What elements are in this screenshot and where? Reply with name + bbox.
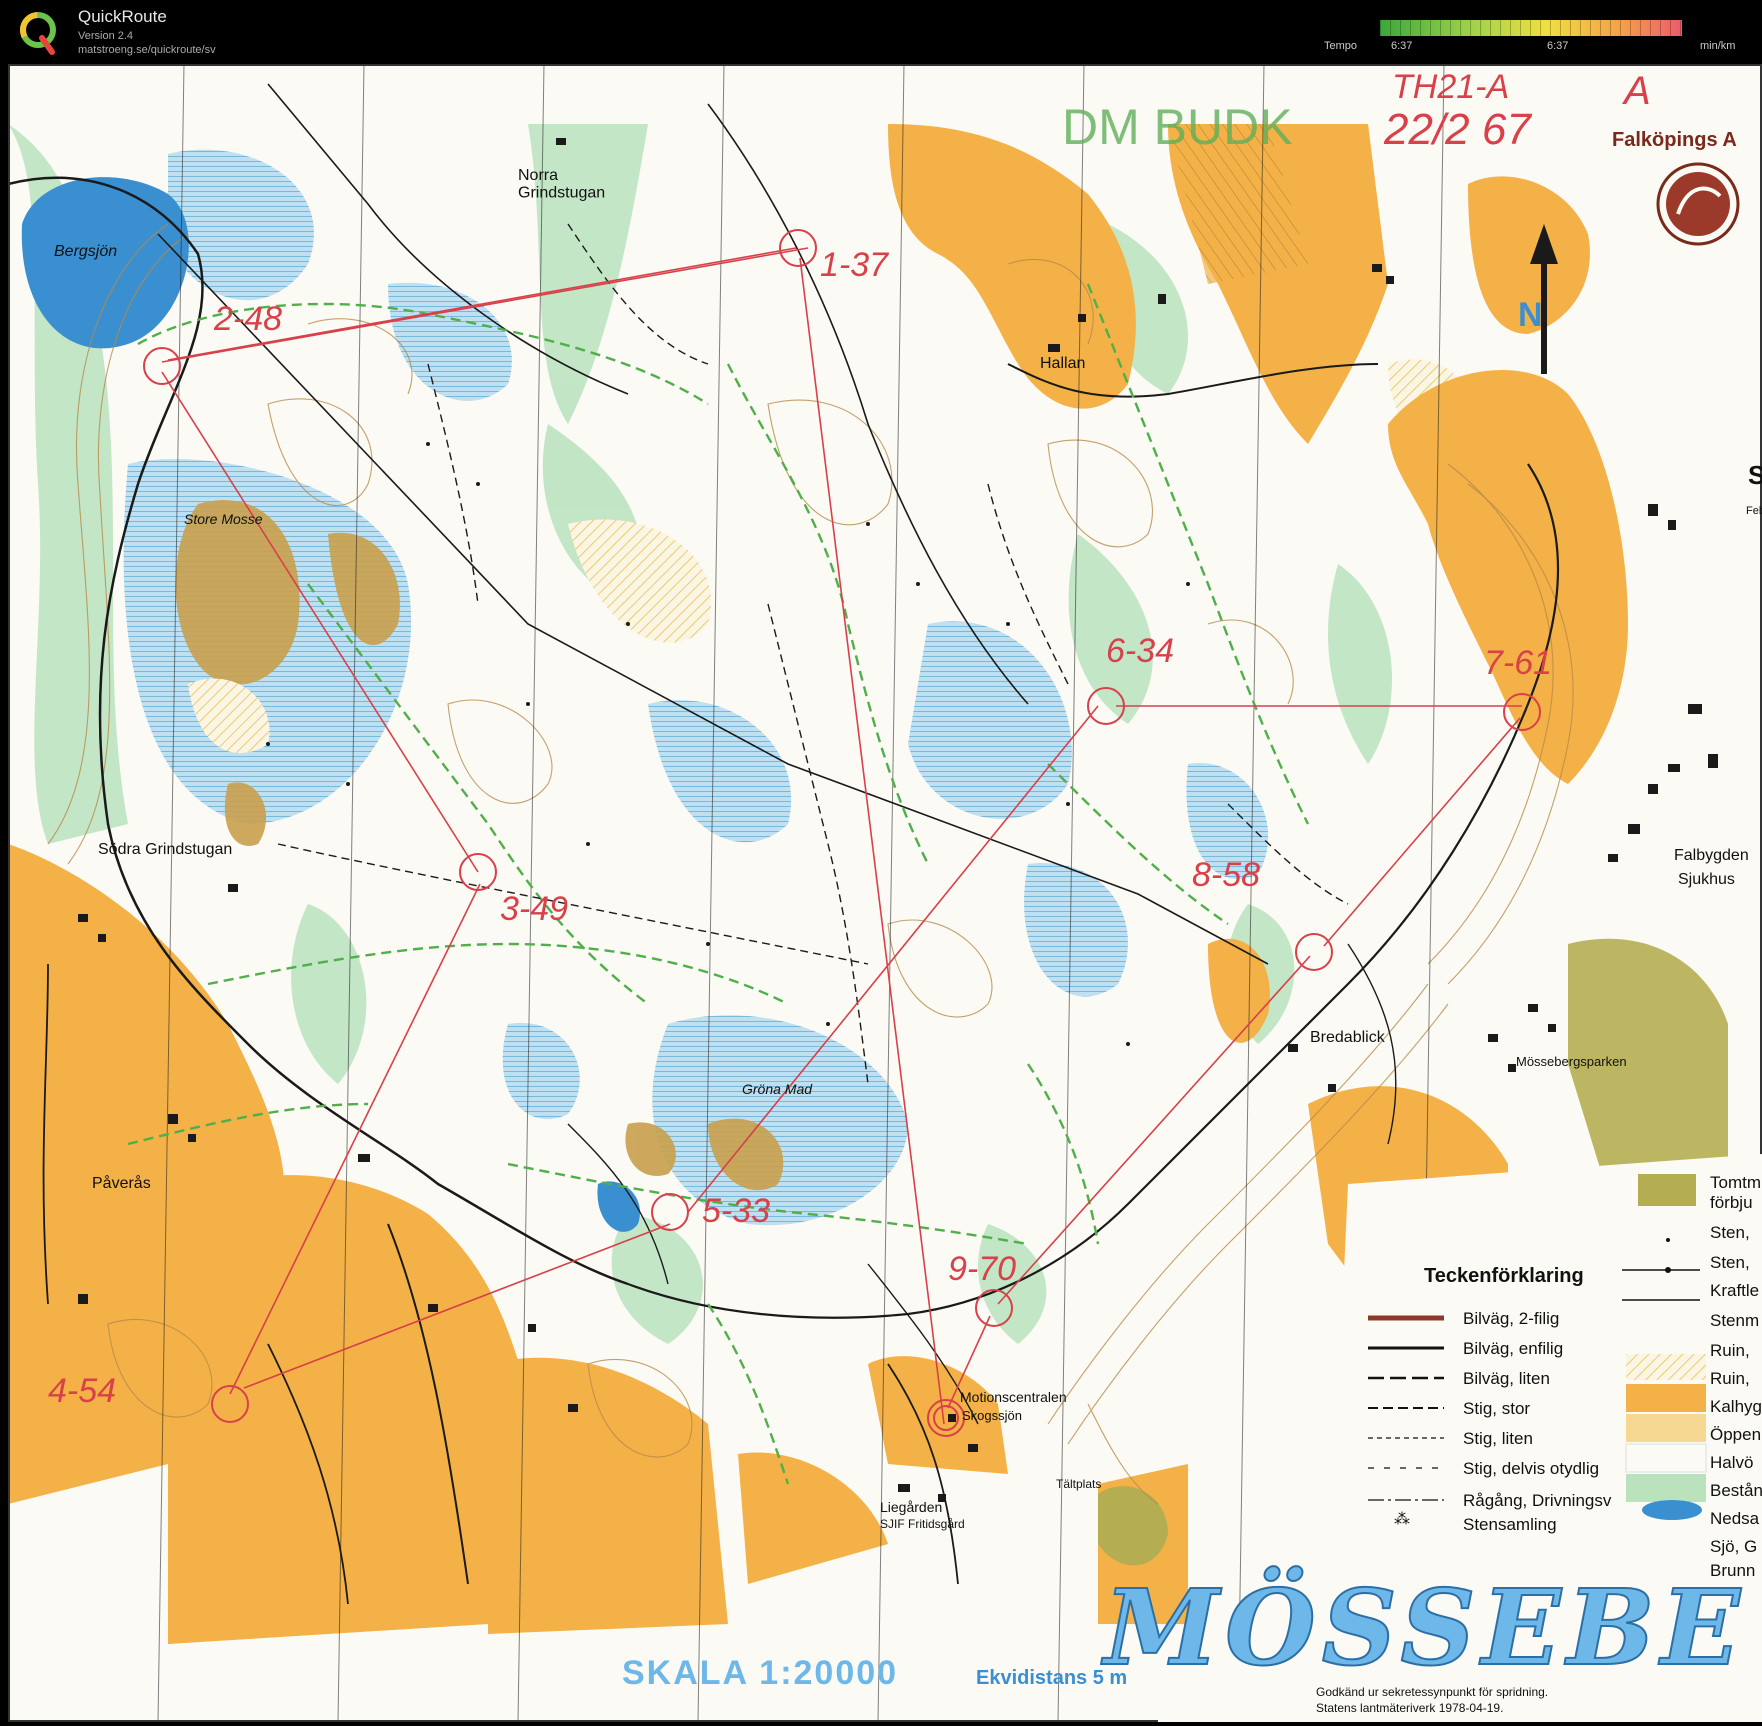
legend-right-12: Bestån — [1710, 1481, 1762, 1500]
place-bredablick: Bredablick — [1310, 1029, 1386, 1046]
map-viewport[interactable]: 1-37 2-48 3-49 4-54 5-33 6-34 7-61 8-58 … — [0, 64, 1762, 1726]
control-split-4: 4-54 — [48, 1372, 116, 1410]
handwritten-class: TH21-A — [1392, 68, 1509, 106]
place-sodra: Södra Grindstugan — [98, 841, 232, 858]
legend-right-7: Ruin, — [1710, 1341, 1750, 1360]
place-liegarden: Liegården — [880, 1499, 942, 1515]
place-bergsjon: Bergsjön — [54, 243, 117, 260]
handwritten-date: 22/2 67 — [1383, 105, 1532, 154]
legend-right-6: Stenm — [1710, 1311, 1759, 1330]
legend-right-5: Kraftle — [1710, 1281, 1759, 1300]
approval-line-2: Statens lantmäteriverk 1978-04-19. — [1316, 1701, 1503, 1715]
place-st: St — [1748, 460, 1762, 490]
place-grona-mad: Gröna Mad — [742, 1081, 813, 1097]
place-hallan: Hallan — [1040, 355, 1085, 372]
quickroute-logo-icon — [20, 12, 56, 55]
place-mossebergsparken: Mössebergsparken — [1516, 1054, 1627, 1069]
legend-right-9: Kalhyg — [1710, 1397, 1762, 1416]
legend-right-4: Sten, — [1710, 1253, 1750, 1272]
control-split-9: 9-70 — [948, 1250, 1016, 1288]
place-falbygden: Falbygden — [1674, 847, 1749, 864]
map-contour-interval: Ekvidistans 5 m — [976, 1667, 1127, 1689]
place-motionscentralen: Motionscentralen — [960, 1389, 1067, 1405]
tempo-unit: min/km — [1700, 40, 1736, 52]
app-header-bar: QuickRoute Version 2.4 matstroeng.se/qui… — [0, 0, 1762, 64]
control-split-2: 2-48 — [213, 300, 282, 338]
club-badge-icon — [1656, 162, 1740, 246]
map-scale: SKALA 1:20000 — [622, 1654, 898, 1692]
legend-item-5: Stig, liten — [1463, 1429, 1533, 1448]
handwritten-letter: A — [1622, 69, 1651, 113]
legend-item-7: Rågång, Drivningsv — [1463, 1491, 1612, 1510]
app-name: QuickRoute — [78, 7, 167, 26]
tempo-max-value: 6:37 — [1547, 40, 1569, 52]
place-sjif: SJIF Fritidsgård — [880, 1517, 965, 1531]
north-label: N — [1518, 296, 1543, 334]
legend-item-4: Stig, stor — [1463, 1399, 1530, 1418]
map-title: MÖSSEBE — [1101, 1564, 1746, 1689]
legend-item-6: Stig, delvis otydlig — [1463, 1459, 1599, 1478]
legend-right-2: förbju — [1710, 1193, 1753, 1212]
legend-right-14: Sjö, G — [1710, 1537, 1757, 1556]
legend-right-3: Sten, — [1710, 1223, 1750, 1242]
handwritten-title: DM BUDK — [1062, 99, 1293, 155]
control-split-5: 5-33 — [702, 1192, 770, 1230]
legend-right-13: Nedsa — [1710, 1509, 1760, 1528]
tempo-label: Tempo — [1324, 40, 1358, 52]
place-taltplats: Tältplats — [1056, 1477, 1101, 1491]
legend-item-8: Stensamling — [1463, 1515, 1557, 1534]
club-name: Falköpings A — [1612, 129, 1737, 151]
place-skogssjon: Skogssjön — [962, 1408, 1022, 1423]
legend-right-10: Öppen — [1710, 1425, 1761, 1444]
legend-item-1: Bilväg, 2-filig — [1463, 1309, 1559, 1328]
app-version: Version 2.4 — [78, 30, 134, 42]
control-split-6: 6-34 — [1106, 632, 1174, 670]
place-feb: Feb — [1746, 505, 1762, 517]
legend-item-3: Bilväg, liten — [1463, 1369, 1550, 1388]
tempo-scale-ticks — [1380, 20, 1682, 36]
place-paveras: Påverås — [92, 1174, 151, 1192]
legend-item-2: Bilväg, enfilig — [1463, 1339, 1563, 1358]
place-store-mosse: Store Mosse — [184, 511, 263, 527]
svg-text:⁂: ⁂ — [1394, 1511, 1410, 1528]
control-split-8: 8-58 — [1192, 856, 1260, 894]
approval-line-1: Godkänd ur sekretessynpunkt för spridnin… — [1316, 1685, 1548, 1699]
legend-right-8: Ruin, — [1710, 1369, 1750, 1388]
control-split-1: 1-37 — [820, 246, 889, 284]
legend-right-11: Halvö — [1710, 1453, 1753, 1472]
legend-title: Teckenförklaring — [1424, 1265, 1584, 1287]
place-sjukhus: Sjukhus — [1678, 871, 1735, 888]
orienteering-map[interactable]: 1-37 2-48 3-49 4-54 5-33 6-34 7-61 8-58 … — [8, 64, 1762, 1722]
tempo-min-value: 6:37 — [1391, 40, 1413, 52]
control-split-3: 3-49 — [500, 890, 568, 928]
control-split-7: 7-61 — [1484, 644, 1552, 682]
legend-right-1: Tomtm — [1710, 1173, 1761, 1192]
app-url: matstroeng.se/quickroute/sv — [78, 44, 216, 56]
